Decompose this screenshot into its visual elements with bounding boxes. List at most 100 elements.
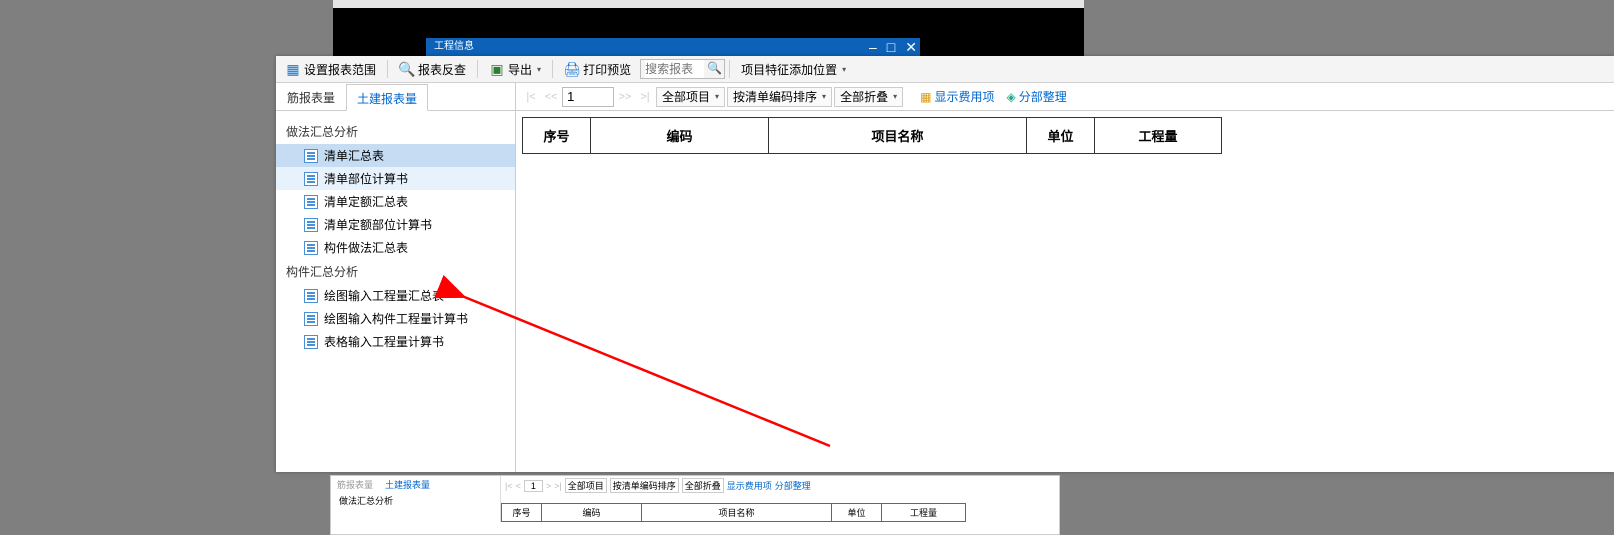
document-icon xyxy=(304,218,318,232)
document-icon xyxy=(304,335,318,349)
sidebar-tabs: 筋报表量 土建报表量 xyxy=(276,83,515,111)
thumb-nav-last-icon: >| xyxy=(554,481,562,491)
tree-item-label: 清单定额部位计算书 xyxy=(324,216,432,233)
th-qty: 工程量 xyxy=(1094,117,1222,154)
page-number-input[interactable] xyxy=(562,87,614,107)
document-icon xyxy=(304,195,318,209)
tree-item-bill-quota-part-calc[interactable]: 清单定额部位计算书 xyxy=(276,213,515,236)
chevron-down-icon: ▾ xyxy=(822,92,826,101)
maximize-icon[interactable]: □ xyxy=(887,38,895,56)
th-unit: 单位 xyxy=(1026,117,1094,154)
all-projects-dropdown[interactable]: 全部项目 ▾ xyxy=(656,87,725,107)
collapse-all-dropdown[interactable]: 全部折叠 ▾ xyxy=(834,87,903,107)
tab-rebar-label: 筋报表量 xyxy=(287,91,335,105)
nav-next-button[interactable]: >> xyxy=(616,88,634,106)
print-icon: 🖨 xyxy=(564,61,580,77)
chevron-down-icon: ▾ xyxy=(537,65,541,74)
sidebar: 筋报表量 土建报表量 做法汇总分析 清单汇总表 清单部位计算书 清 xyxy=(276,83,516,472)
thumb-show-fee: 显示费用项 xyxy=(727,479,772,492)
search-icon[interactable]: 🔍 xyxy=(707,61,722,75)
tree-item-label: 清单汇总表 xyxy=(324,147,384,164)
document-icon xyxy=(304,312,318,326)
show-fee-label: 显示费用项 xyxy=(934,88,994,105)
toolbar-separator xyxy=(387,60,388,78)
close-icon[interactable]: ✕ xyxy=(905,38,917,56)
thumb-tab-rebar: 筋报表量 xyxy=(331,477,379,492)
print-preview-button[interactable]: 🖨 打印预览 xyxy=(557,58,638,81)
tree-item-label: 清单定额汇总表 xyxy=(324,193,408,210)
tree-item-label: 清单部位计算书 xyxy=(324,170,408,187)
organize-icon: ◈ xyxy=(1006,90,1015,104)
export-icon: ▣ xyxy=(489,61,505,77)
tree-item-table-input-calc[interactable]: 表格输入工程量计算书 xyxy=(276,330,515,353)
thumb-all-projects: 全部项目 xyxy=(565,478,607,493)
thumb-th-unit: 单位 xyxy=(831,503,881,522)
thumb-th-seq: 序号 xyxy=(501,503,541,522)
thumb-sort: 按清单编码排序 xyxy=(610,478,679,493)
set-report-range-button[interactable]: ▦ 设置报表范围 xyxy=(278,58,383,81)
minimize-icon[interactable]: – xyxy=(869,38,877,56)
tree-item-drawing-qty-summary[interactable]: 绘图输入工程量汇总表 xyxy=(276,284,515,307)
section-organize-link[interactable]: ◈ 分部整理 xyxy=(1001,87,1071,106)
th-code: 编码 xyxy=(590,117,768,154)
thumb-section: 分部整理 xyxy=(775,479,811,492)
thumb-group-label: 做法汇总分析 xyxy=(331,492,500,509)
tree-item-label: 绘图输入工程量汇总表 xyxy=(324,287,444,304)
search-input[interactable] xyxy=(645,60,704,78)
thumb-collapse: 全部折叠 xyxy=(682,478,724,493)
fee-icon: ▦ xyxy=(920,90,931,104)
sort-by-code-dropdown[interactable]: 按清单编码排序 ▾ xyxy=(727,87,832,107)
tree-item-bill-part-calc[interactable]: 清单部位计算书 xyxy=(276,167,515,190)
th-name: 项目名称 xyxy=(768,117,1026,154)
nav-first-button[interactable]: |< xyxy=(522,88,540,106)
document-icon xyxy=(304,289,318,303)
show-fee-items-link[interactable]: ▦ 显示费用项 xyxy=(915,87,999,106)
feature-add-position-button[interactable]: 项目特征添加位置 ▾ xyxy=(734,58,853,81)
reverse-check-icon: 🔍 xyxy=(399,61,415,77)
document-icon xyxy=(304,149,318,163)
thumb-page: 1 xyxy=(524,480,543,492)
toolbar-separator xyxy=(552,60,553,78)
thumb-tab-civil: 土建报表量 xyxy=(379,477,436,492)
tree-item-label: 绘图输入构件工程量计算书 xyxy=(324,310,468,327)
all-projects-label: 全部项目 xyxy=(662,88,710,105)
background-gray-strip xyxy=(333,0,1084,8)
tree-item-drawing-component-calc[interactable]: 绘图输入构件工程量计算书 xyxy=(276,307,515,330)
report-table-header: 序号 编码 项目名称 单位 工程量 xyxy=(522,117,1608,154)
print-preview-label: 打印预览 xyxy=(583,61,631,78)
nav-last-button[interactable]: >| xyxy=(636,88,654,106)
thumb-th-qty: 工程量 xyxy=(881,503,966,522)
report-reverse-check-button[interactable]: 🔍 报表反查 xyxy=(392,58,473,81)
tree-group-methods: 做法汇总分析 xyxy=(276,119,515,144)
content-row: 筋报表量 土建报表量 做法汇总分析 清单汇总表 清单部位计算书 清 xyxy=(276,83,1614,472)
section-organize-label: 分部整理 xyxy=(1019,88,1067,105)
bg-window-controls: – □ ✕ xyxy=(869,38,917,56)
sort-by-code-label: 按清单编码排序 xyxy=(733,88,817,105)
tab-civil-reports[interactable]: 土建报表量 xyxy=(346,84,428,111)
report-back-label: 报表反查 xyxy=(418,61,466,78)
background-window-titlebar: 工程信息 – □ ✕ xyxy=(426,38,920,56)
document-icon xyxy=(304,241,318,255)
background-thumbnail-window: 筋报表量 土建报表量 做法汇总分析 |< < 1 > >| 全部项目 按清单编码… xyxy=(330,475,1060,535)
range-icon: ▦ xyxy=(285,61,301,77)
collapse-all-label: 全部折叠 xyxy=(840,88,888,105)
tree-item-component-method-summary[interactable]: 构件做法汇总表 xyxy=(276,236,515,259)
thumb-th-name: 项目名称 xyxy=(641,503,831,522)
tree-group-components: 构件汇总分析 xyxy=(276,259,515,284)
bg-window-title: 工程信息 xyxy=(434,41,474,52)
th-seq: 序号 xyxy=(522,117,590,154)
tree-item-bill-quota-summary[interactable]: 清单定额汇总表 xyxy=(276,190,515,213)
thumb-nav-prev-icon: < xyxy=(516,481,521,491)
chevron-down-icon: ▾ xyxy=(893,92,897,101)
main-toolbar: ▦ 设置报表范围 🔍 报表反查 ▣ 导出 ▾ 🖨 打印预览 🔍 项目特征添加位置… xyxy=(276,56,1614,83)
tree-item-bill-summary[interactable]: 清单汇总表 xyxy=(276,144,515,167)
feature-add-label: 项目特征添加位置 xyxy=(741,61,837,78)
tab-rebar-reports[interactable]: 筋报表量 xyxy=(276,83,346,110)
search-report-box[interactable]: 🔍 xyxy=(640,59,725,79)
export-button[interactable]: ▣ 导出 ▾ xyxy=(482,58,548,81)
nav-prev-button[interactable]: << xyxy=(542,88,560,106)
chevron-down-icon: ▾ xyxy=(715,92,719,101)
document-icon xyxy=(304,172,318,186)
tree-item-label: 表格输入工程量计算书 xyxy=(324,333,444,350)
main-panel: |< << >> >| 全部项目 ▾ 按清单编码排序 ▾ 全部折叠 ▾ xyxy=(516,83,1614,472)
